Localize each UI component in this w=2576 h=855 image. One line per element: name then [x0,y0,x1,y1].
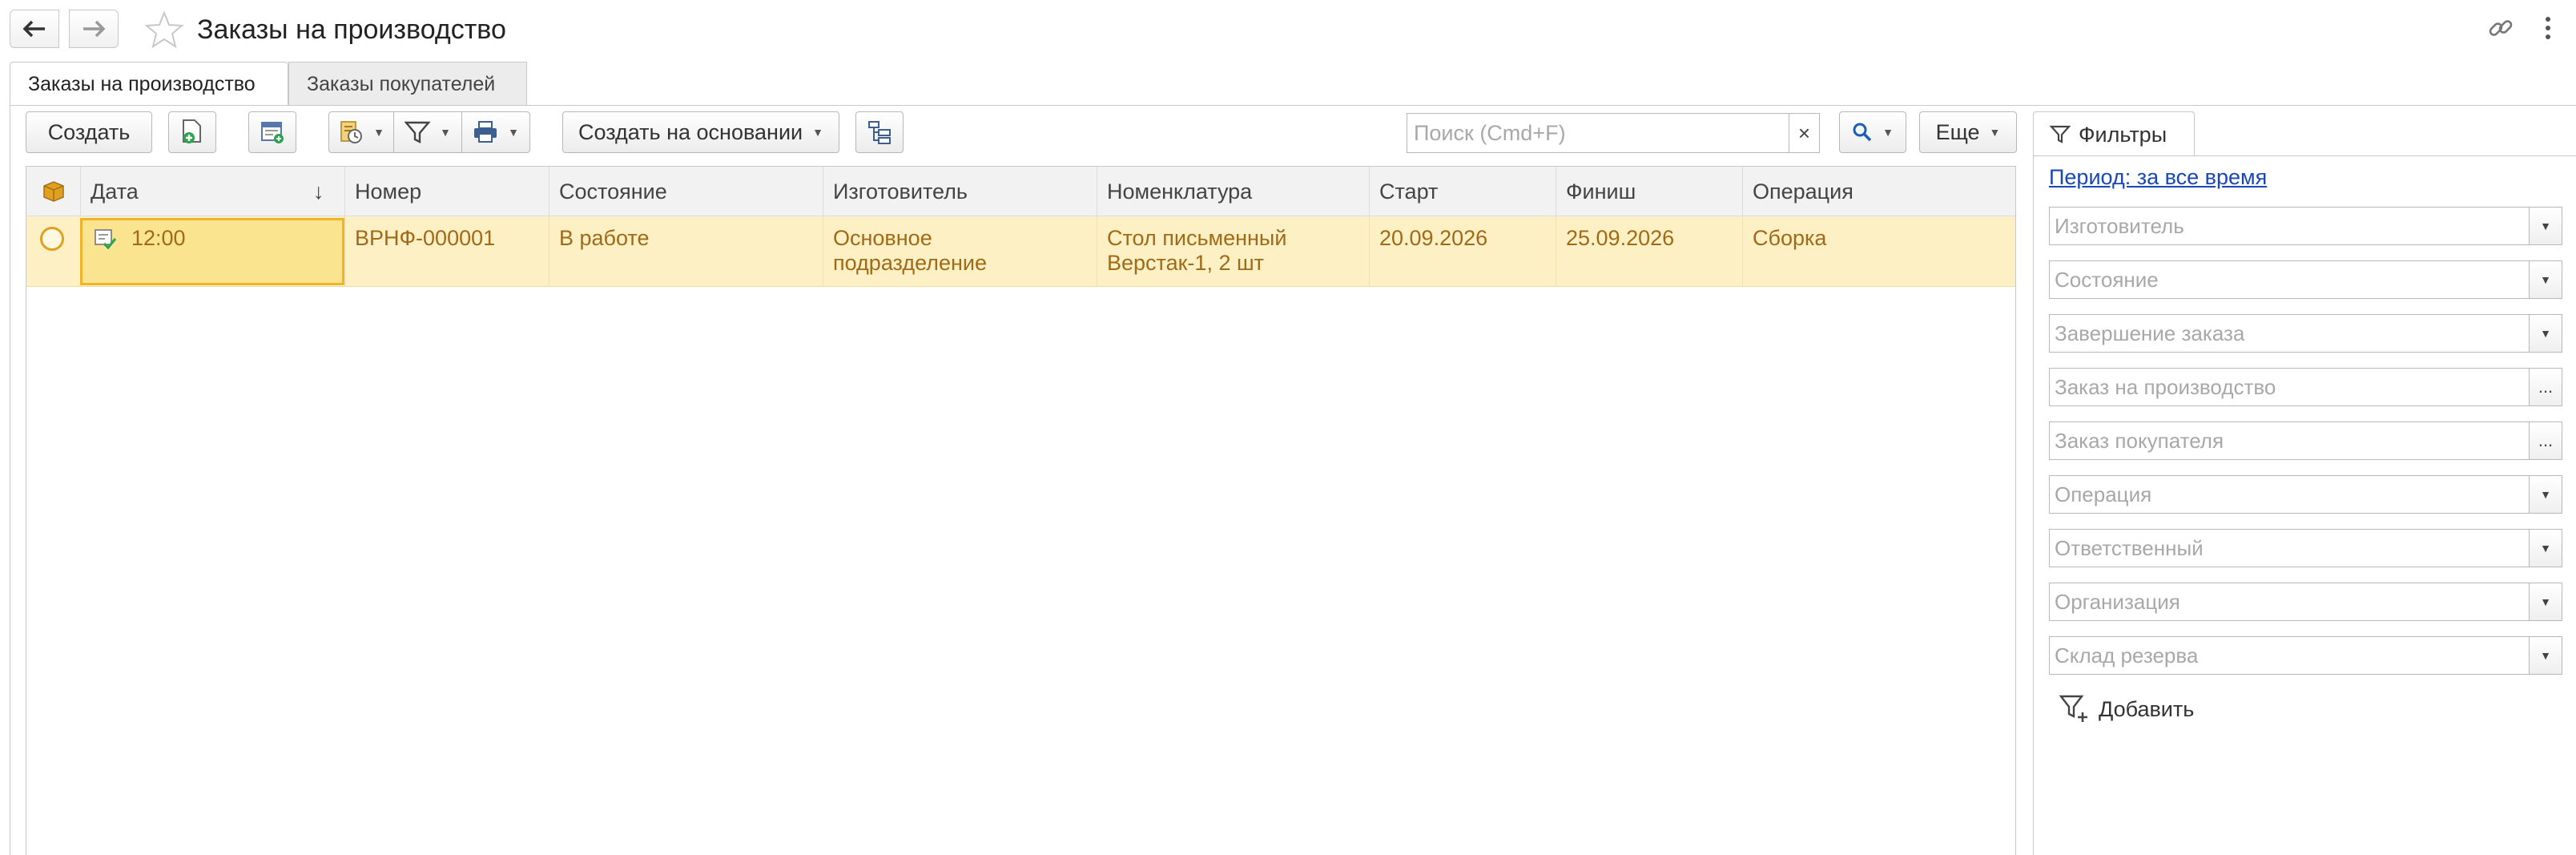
more-actions-button[interactable]: Еще ▼ [1919,111,2017,153]
copy-document-button[interactable] [168,111,216,153]
chevron-down-icon: ▼ [812,126,823,139]
report-button[interactable]: ▼ [328,111,394,153]
search-clear-button[interactable]: × [1789,113,1820,153]
filter-production-order-field[interactable]: Заказ на производство [2049,368,2530,406]
report-clock-icon [340,121,363,143]
column-header-finish[interactable]: Финиш [1556,167,1742,216]
calendar-add-icon [261,122,284,143]
arrow-left-icon [22,20,45,38]
hierarchy-icon [868,121,891,144]
filter-state-field[interactable]: Состояние [2049,260,2530,299]
chevron-down-icon: ▼ [1882,126,1894,139]
column-header-manufacturer[interactable]: Изготовитель [823,167,1097,216]
arrow-right-icon [83,20,106,38]
chevron-down-icon: ▼ [2540,220,2551,232]
sort-descending-icon: ↓ [313,179,324,204]
cell-manufacturer-line-2: подразделение [833,251,987,275]
filter-customer-order-select-button[interactable]: ... [2529,421,2562,460]
filter-organization-dropdown[interactable]: ▼ [2529,583,2562,621]
column-header-date-label: Дата [91,179,139,204]
filters-tab[interactable]: Фильтры [2033,111,2195,156]
filter-add-icon [2059,695,2087,722]
filter-responsible-field[interactable]: Ответственный [2049,529,2530,567]
column-header-number[interactable]: Номер [344,167,549,216]
filter-completion-dropdown[interactable]: ▼ [2529,314,2562,353]
printer-icon [474,121,497,143]
copy-document-icon [183,119,201,143]
structure-button[interactable] [855,111,904,153]
filter-manufacturer-field[interactable]: Изготовитель [2049,207,2530,245]
chevron-down-icon: ▼ [2540,542,2551,555]
column-header-operation[interactable]: Операция [1742,167,2015,216]
tab-production-orders[interactable]: Заказы на производство [10,62,288,106]
filter-icon [405,121,431,143]
cell-start: 20.09.2026 [1369,216,1556,287]
search-button[interactable]: ▼ [1839,111,1906,153]
period-link[interactable]: Период: за все время [2049,163,2267,191]
cell-manufacturer: Основное подразделение [823,216,1097,287]
filter-reserve-warehouse-field[interactable]: Склад резерва [2049,636,2530,675]
add-to-calendar-button[interactable] [248,111,296,153]
filters-divider [2033,155,2576,156]
filter-operation-field[interactable]: Операция [2049,475,2530,514]
filter-customer-order-field[interactable]: Заказ покупателя [2049,421,2530,460]
favorite-star-icon[interactable] [144,10,184,54]
document-posted-icon [93,228,117,256]
cell-manufacturer-line-1: Основное [833,226,932,250]
filter-manufacturer-dropdown[interactable]: ▼ [2529,207,2562,245]
chevron-down-icon: ▼ [2540,488,2551,501]
cell-date: 12:00 [131,226,186,250]
status-circle-icon [40,227,64,251]
tabs-divider [10,105,2576,106]
filter-organization-field[interactable]: Организация [2049,583,2530,621]
print-button[interactable]: ▼ [461,111,530,153]
more-actions-label: Еще [1935,119,1980,144]
cell-nomenclature: Стол письменный Верстак-1, 2 шт [1097,216,1369,287]
column-header-state[interactable]: Состояние [549,167,823,216]
add-filter-label: Добавить [2099,696,2195,721]
tab-customer-orders[interactable]: Заказы покупателей [288,62,527,106]
column-header-nomenclature[interactable]: Номенклатура [1097,167,1369,216]
chevron-down-icon: ▼ [508,126,519,139]
chevron-down-icon: ▼ [373,126,384,139]
link-icon[interactable] [2485,12,2517,44]
create-button[interactable]: Создать [26,111,152,153]
chevron-down-icon: ▼ [2540,273,2551,286]
chevron-down-icon: ▼ [2540,649,2551,662]
page-title: Заказы на производство [197,14,506,45]
filter-state-dropdown[interactable]: ▼ [2529,260,2562,299]
filter-completion-field[interactable]: Завершение заказа [2049,314,2530,353]
filter-reserve-warehouse-dropdown[interactable]: ▼ [2529,636,2562,675]
box-icon [26,167,80,216]
filter-production-order-select-button[interactable]: ... [2529,368,2562,406]
filter-icon [2050,125,2071,143]
chevron-down-icon: ▼ [440,126,451,139]
filters-left-border [2033,156,2034,855]
more-vertical-icon[interactable] [2538,12,2558,44]
chevron-down-icon: ▼ [2540,595,2551,608]
cell-finish: 25.09.2026 [1556,216,1742,287]
filter-operation-dropdown[interactable]: ▼ [2529,475,2562,514]
create-based-on-label: Создать на основании [578,119,803,144]
search-input[interactable]: Поиск (Cmd+F) [1407,113,1789,153]
filters-tab-label: Фильтры [2079,122,2167,147]
chevron-down-icon: ▼ [1989,126,2001,139]
back-button[interactable] [10,10,59,48]
cell-nomenclature-line-1: Стол письменный [1107,226,1287,250]
forward-button[interactable] [69,10,119,48]
cell-number: ВРНФ-000001 [344,216,549,287]
chevron-down-icon: ▼ [2540,327,2551,340]
filter-responsible-dropdown[interactable]: ▼ [2529,529,2562,567]
column-header-start[interactable]: Старт [1369,167,1556,216]
filter-button[interactable]: ▼ [393,111,462,153]
search-icon [1853,123,1872,142]
cell-nomenclature-line-2: Верстак-1, 2 шт [1107,251,1264,275]
create-based-on-button[interactable]: Создать на основании ▼ [562,111,839,153]
column-header-date[interactable]: Дата ↓ [80,167,344,216]
cell-state: В работе [549,216,823,287]
add-filter-button[interactable]: Добавить [2059,691,2194,728]
cell-operation: Сборка [1742,216,2015,287]
